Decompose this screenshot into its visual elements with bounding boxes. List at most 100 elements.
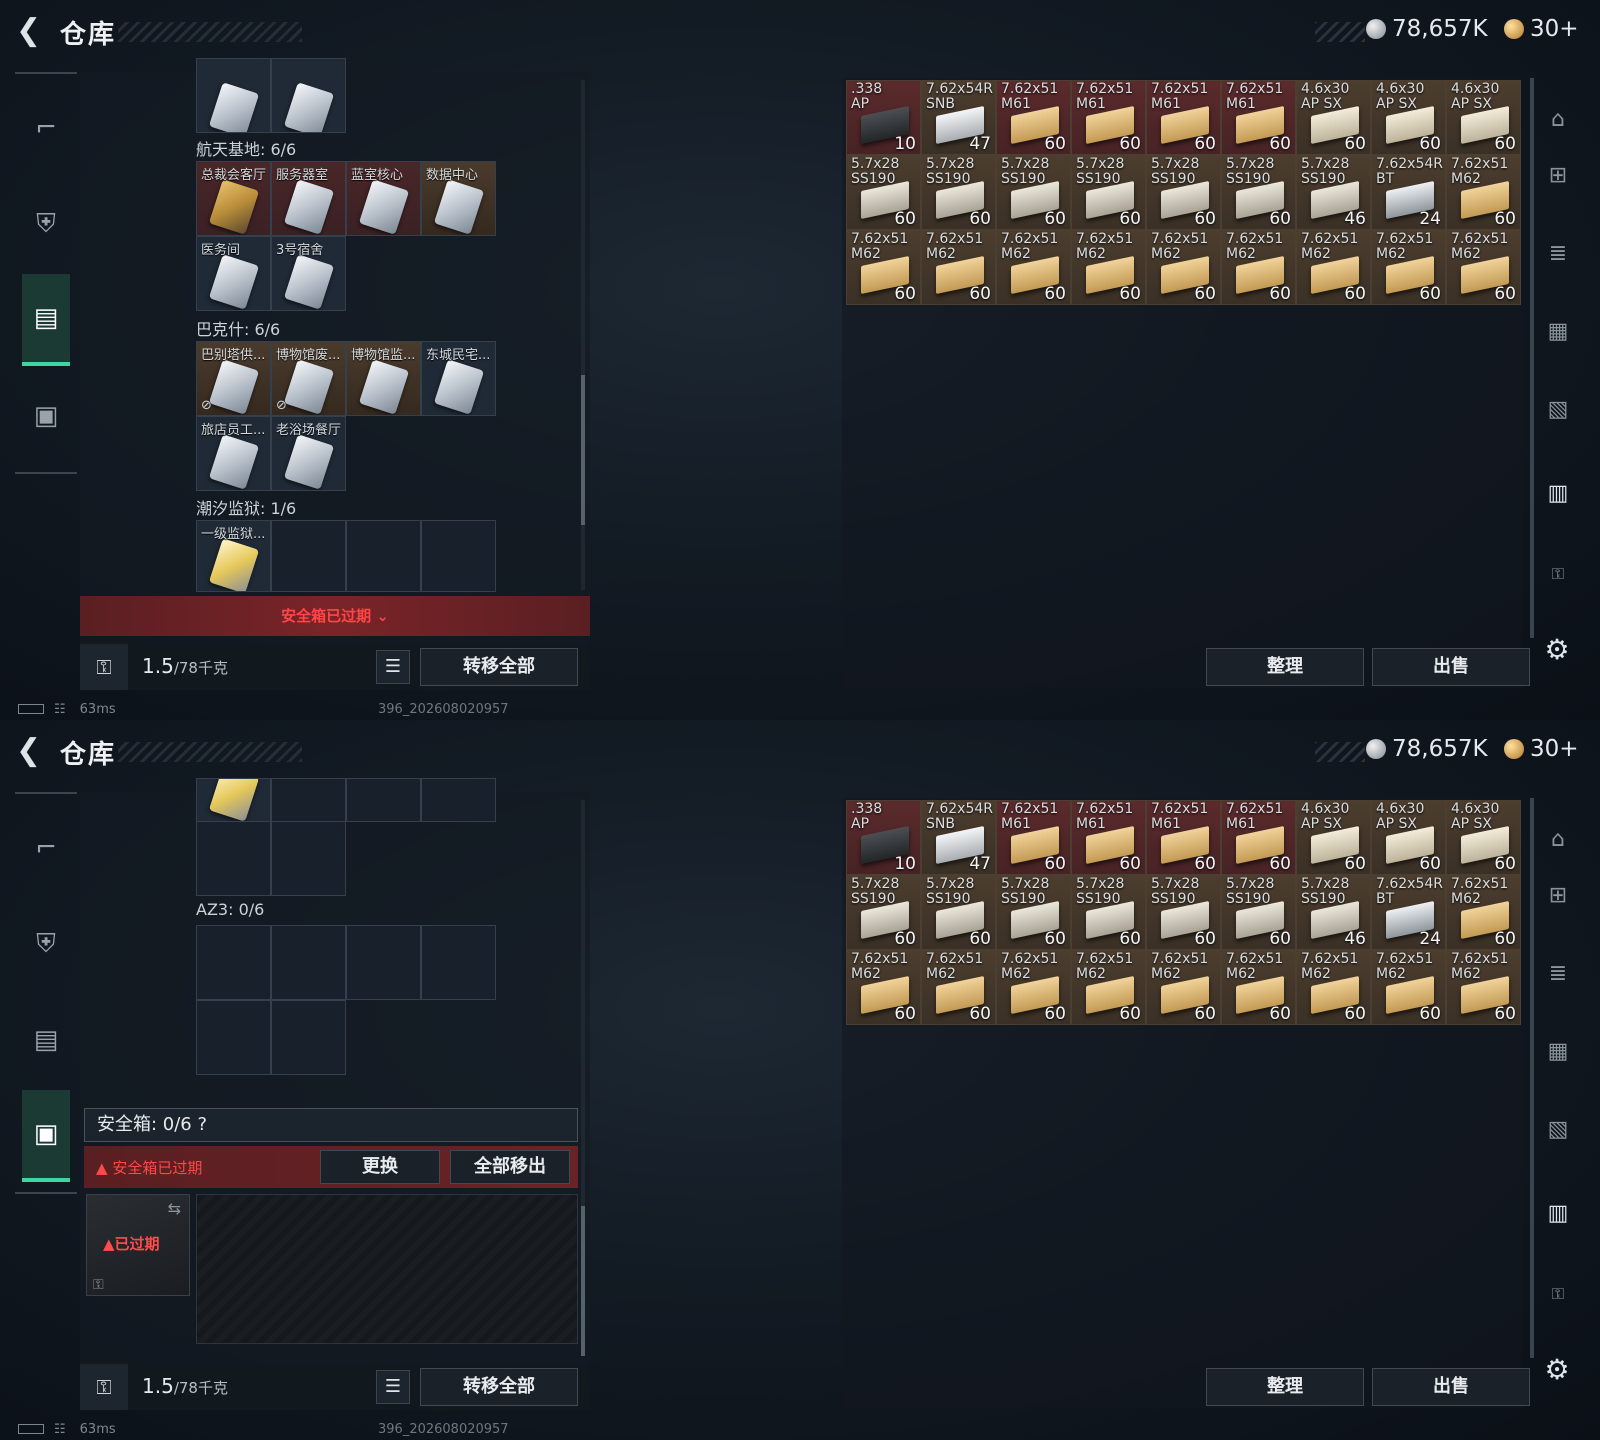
stash-item[interactable]: 4.6x30 AP SX 60 [1296, 80, 1371, 155]
empty-slot[interactable] [421, 778, 496, 822]
stash-item[interactable]: 7.62x51 M62 60 [921, 950, 996, 1025]
stash-item[interactable]: 7.62x51 M61 60 [1221, 80, 1296, 155]
back-button[interactable]: ❮ [16, 736, 46, 766]
backpack-icon[interactable]: ▤ [22, 994, 70, 1086]
stash-item[interactable]: 7.62x51 M62 60 [1371, 950, 1446, 1025]
empty-slot[interactable] [196, 821, 271, 896]
stash-item[interactable]: 7.62x51 M62 60 [1296, 230, 1371, 305]
stash-item[interactable]: 4.6x30 AP SX 60 [1371, 80, 1446, 155]
stash-item[interactable]: 7.62x51 M62 60 [1446, 875, 1521, 950]
stash-item[interactable]: 7.62x51 M62 60 [996, 230, 1071, 305]
keycard-slot[interactable]: 总裁会客厅 [196, 161, 271, 236]
stash-item[interactable]: 7.62x51 M62 60 [1371, 230, 1446, 305]
rifle-container-icon[interactable]: ≣ [1540, 236, 1576, 272]
stash-item[interactable]: 7.62x51 M62 60 [1446, 950, 1521, 1025]
stash-item[interactable]: 5.7x28 SS190 46 [1296, 875, 1371, 950]
keycard-slot[interactable]: 博物馆废... ⊘ [271, 341, 346, 416]
keycard-slot[interactable]: 巴别塔供... ⊘ [196, 341, 271, 416]
stash-item[interactable]: 5.7x28 SS190 60 [1221, 875, 1296, 950]
stash-item[interactable]: 7.62x51 M62 60 [1446, 155, 1521, 230]
stash-item[interactable]: 7.62x54R SNB 47 [921, 80, 996, 155]
safebox-icon[interactable]: ▣ [22, 1090, 70, 1182]
keycard-slot[interactable]: 服务器室 [271, 161, 346, 236]
keycard-slot[interactable]: 蓝室核心 [346, 161, 421, 236]
stash-item[interactable]: 4.6x30 AP SX 60 [1296, 800, 1371, 875]
stash-item[interactable]: 5.7x28 SS190 60 [1071, 155, 1146, 230]
remove-all-button[interactable]: 全部移出 [450, 1150, 570, 1184]
settings-gear-icon[interactable]: ⚙ [1539, 632, 1575, 668]
storage-container-icon[interactable]: ▥ [1540, 1196, 1576, 1232]
keycard-slot[interactable] [271, 58, 346, 133]
stash-item[interactable]: 7.62x54R BT 24 [1371, 155, 1446, 230]
empty-slot[interactable] [271, 925, 346, 1000]
stash-item[interactable]: 7.62x51 M62 60 [921, 230, 996, 305]
stash-item[interactable]: 7.62x51 M62 60 [846, 230, 921, 305]
stash-item[interactable]: 5.7x28 SS190 60 [1146, 155, 1221, 230]
keycard-slot[interactable] [196, 778, 271, 822]
stash-item[interactable]: 5.7x28 SS190 60 [996, 155, 1071, 230]
sell-button[interactable]: 出售 [1372, 648, 1530, 686]
stash-item[interactable]: 5.7x28 SS190 60 [1221, 155, 1296, 230]
organize-button[interactable]: 整理 [1206, 1368, 1364, 1406]
transfer-all-button[interactable]: 转移全部 [420, 1368, 578, 1406]
armor-icon[interactable]: ⛨ [22, 178, 70, 270]
empty-slot[interactable] [271, 821, 346, 896]
empty-slot[interactable] [421, 520, 496, 592]
stash-item[interactable]: .338 AP 10 [846, 800, 921, 875]
organize-button[interactable]: 整理 [1206, 648, 1364, 686]
stash-item[interactable]: 7.62x51 M62 60 [1071, 950, 1146, 1025]
stash-item[interactable]: 7.62x51 M62 60 [996, 950, 1071, 1025]
case-container-icon[interactable]: ▧ [1540, 392, 1576, 428]
stash-item[interactable]: 7.62x51 M62 60 [846, 950, 921, 1025]
keycard-slot[interactable] [196, 58, 271, 133]
stash-item[interactable]: 4.6x30 AP SX 60 [1446, 80, 1521, 155]
rifle-container-icon[interactable]: ≣ [1540, 956, 1576, 992]
empty-slot[interactable] [271, 520, 346, 592]
empty-slot[interactable] [196, 925, 271, 1000]
gun-icon[interactable]: ⌐ [22, 82, 70, 174]
keycard-slot[interactable]: 一级监狱... [196, 520, 271, 592]
stash-item[interactable]: 7.62x51 M62 60 [1146, 230, 1221, 305]
stash-item[interactable]: 7.62x54R BT 24 [1371, 875, 1446, 950]
stash-item[interactable]: 5.7x28 SS190 60 [921, 875, 996, 950]
add-container-icon[interactable]: ⊞ [1540, 158, 1576, 194]
keycard-slot[interactable]: 老浴场餐厅 [271, 416, 346, 491]
stash-item[interactable]: 5.7x28 SS190 60 [921, 155, 996, 230]
help-icon[interactable]: ? [198, 1114, 208, 1135]
stash-item[interactable]: 7.62x51 M62 60 [1221, 950, 1296, 1025]
lock-icon[interactable]: ⚿ [1540, 1276, 1576, 1312]
safebox-icon[interactable]: ▣ [22, 370, 70, 462]
safebox-expired-banner[interactable]: 安全箱已过期 ⌄ [80, 596, 590, 636]
gear-container-icon[interactable]: ▦ [1540, 314, 1576, 350]
stash-item[interactable]: 5.7x28 SS190 60 [1146, 875, 1221, 950]
transfer-all-button[interactable]: 转移全部 [420, 648, 578, 686]
case-container-icon[interactable]: ▧ [1540, 1112, 1576, 1148]
stash-item[interactable]: 7.62x51 M62 60 [1146, 950, 1221, 1025]
stash-item[interactable]: 7.62x51 M61 60 [996, 80, 1071, 155]
empty-slot[interactable] [346, 520, 421, 592]
stash-item[interactable]: 5.7x28 SS190 46 [1296, 155, 1371, 230]
keycard-slot[interactable]: 东城民宅... [421, 341, 496, 416]
scrollbar-thumb[interactable] [581, 1206, 585, 1356]
stash-item[interactable]: 4.6x30 AP SX 60 [1371, 800, 1446, 875]
replace-button[interactable]: 更换 [320, 1150, 440, 1184]
scrollbar-thumb[interactable] [581, 375, 585, 525]
stash-item[interactable]: 5.7x28 SS190 60 [846, 155, 921, 230]
backpack-icon[interactable]: ▤ [22, 274, 70, 366]
keycard-slot[interactable]: 医务间 [196, 236, 271, 311]
gear-container-icon[interactable]: ▦ [1540, 1034, 1576, 1070]
stash-item[interactable]: .338 AP 10 [846, 80, 921, 155]
settings-gear-icon[interactable]: ⚙ [1539, 1352, 1575, 1388]
empty-slot[interactable] [271, 1000, 346, 1075]
keycard-slot[interactable]: 数据中心 [421, 161, 496, 236]
gun-icon[interactable]: ⌐ [22, 802, 70, 894]
back-button[interactable]: ❮ [16, 16, 46, 46]
empty-slot[interactable] [196, 1000, 271, 1075]
helmet-icon[interactable]: ⌂ [1540, 822, 1576, 858]
stash-item[interactable]: 7.62x54R SNB 47 [921, 800, 996, 875]
stash-item[interactable]: 7.62x51 M61 60 [996, 800, 1071, 875]
stash-item[interactable]: 7.62x51 M61 60 [1146, 80, 1221, 155]
stash-item[interactable]: 5.7x28 SS190 60 [1071, 875, 1146, 950]
stash-item[interactable]: 7.62x51 M61 60 [1221, 800, 1296, 875]
stash-item[interactable]: 7.62x51 M61 60 [1071, 800, 1146, 875]
